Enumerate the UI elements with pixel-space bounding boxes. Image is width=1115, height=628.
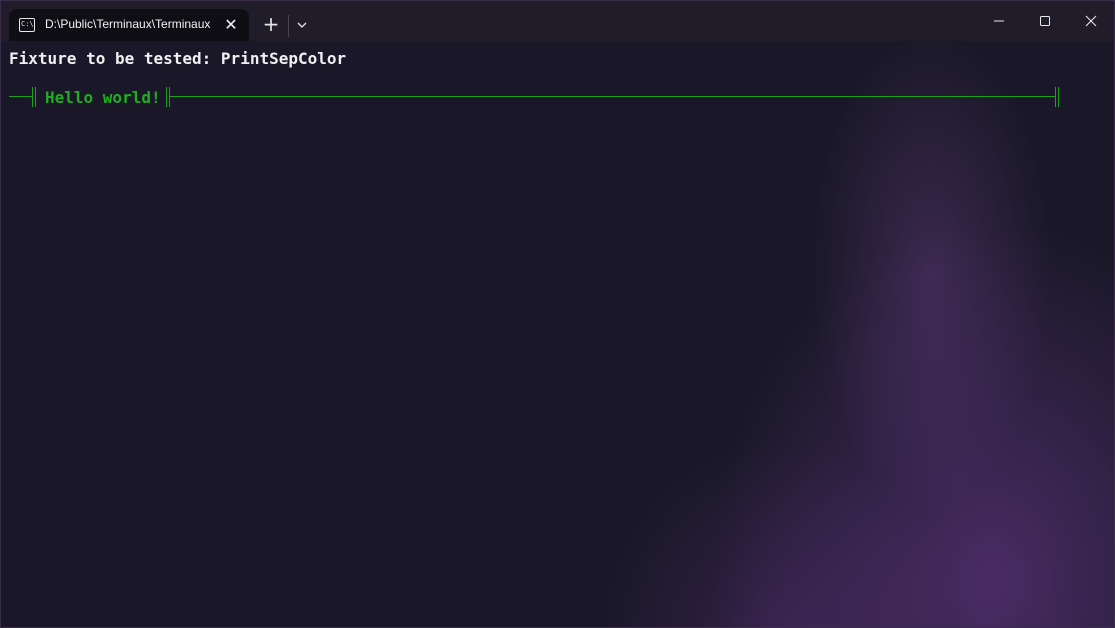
new-tab-button[interactable]: + xyxy=(259,13,283,37)
minimize-icon xyxy=(994,20,1004,22)
separator-line-left xyxy=(9,96,33,97)
chevron-down-icon[interactable] xyxy=(291,14,313,36)
terminal-icon: C:\ xyxy=(19,18,35,32)
tab-terminal[interactable]: C:\ D:\Public\Terminaux\Terminaux ✕ xyxy=(9,9,249,41)
separator-text: Hello world! xyxy=(45,88,161,107)
close-button[interactable] xyxy=(1068,1,1114,41)
maximize-icon xyxy=(1040,16,1050,26)
maximize-button[interactable] xyxy=(1022,1,1068,41)
terminal-window: C:\ D:\Public\Terminaux\Terminaux ✕ + Fi… xyxy=(0,0,1115,628)
tab-title: D:\Public\Terminaux\Terminaux xyxy=(45,17,211,31)
minimize-button[interactable] xyxy=(976,1,1022,41)
fixture-line: Fixture to be tested: PrintSepColor xyxy=(9,49,347,68)
separator: Hello world! xyxy=(9,87,1061,107)
separator-bar-end xyxy=(1055,87,1059,107)
title-bar: C:\ D:\Public\Terminaux\Terminaux ✕ + xyxy=(1,1,1114,41)
tab-close-button[interactable]: ✕ xyxy=(221,15,241,35)
separator-bar-left xyxy=(32,87,36,107)
separator-bar-right xyxy=(166,87,170,107)
separator-line-right xyxy=(170,96,1056,97)
tab-divider xyxy=(288,15,289,37)
terminal-output[interactable]: Fixture to be tested: PrintSepColor Hell… xyxy=(1,41,1114,627)
close-icon xyxy=(1085,15,1097,27)
